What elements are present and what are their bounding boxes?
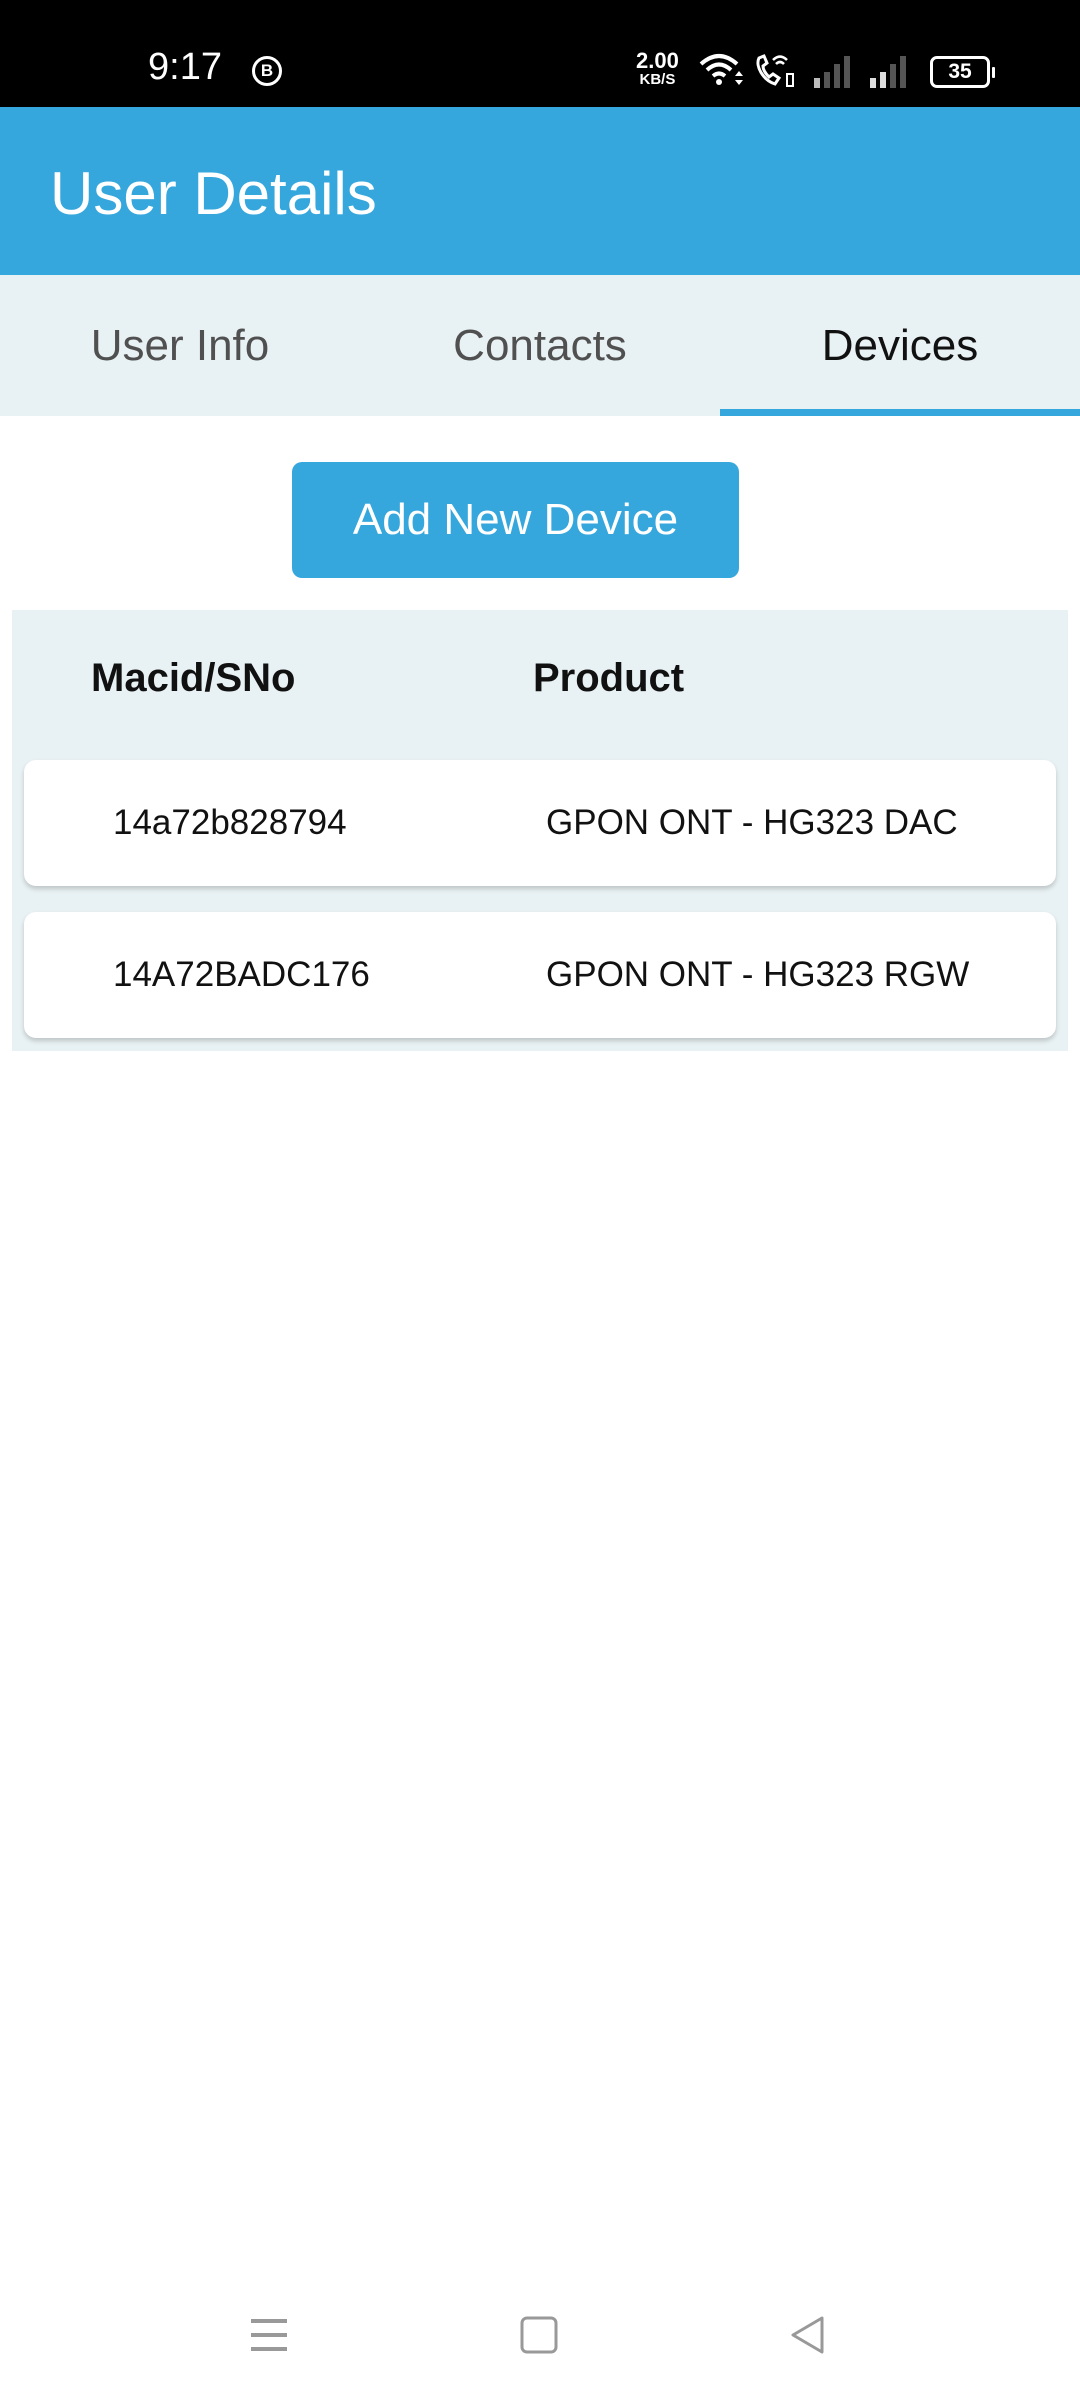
signal-icon <box>814 56 850 88</box>
tab-bar: User Info Contacts Devices <box>0 275 1080 416</box>
battery-level: 35 <box>948 60 972 83</box>
tab-user-info[interactable]: User Info <box>0 275 360 416</box>
tab-contacts[interactable]: Contacts <box>360 275 720 416</box>
recents-button[interactable] <box>229 2300 309 2370</box>
tab-label: Devices <box>821 320 979 370</box>
back-button[interactable] <box>768 2300 848 2370</box>
cell-product: GPON ONT - HG323 RGW <box>546 955 970 994</box>
wifi-icon <box>699 54 743 85</box>
back-icon <box>791 2316 824 2354</box>
network-speed-value: 2.00 <box>636 48 679 73</box>
wifi-call-icon <box>756 54 794 87</box>
table-row[interactable]: 14a72b828794 GPON ONT - HG323 DAC <box>24 760 1056 886</box>
battery-icon: 35 <box>930 56 995 88</box>
add-new-device-button[interactable]: Add New Device <box>292 462 739 578</box>
column-header-macid: Macid/SNo <box>91 656 296 700</box>
status-time: 9:17 <box>148 46 222 88</box>
cell-product: GPON ONT - HG323 DAC <box>546 803 958 842</box>
page-title: User Details <box>50 160 377 227</box>
cell-macid: 14A72BADC176 <box>113 955 370 994</box>
active-tab-indicator <box>720 409 1080 416</box>
table-row[interactable]: 14A72BADC176 GPON ONT - HG323 RGW <box>24 912 1056 1038</box>
network-speed-unit: KB/S <box>639 71 676 88</box>
column-header-product: Product <box>533 656 685 700</box>
tab-label: User Info <box>90 320 270 370</box>
status-bar: 9:17 B 2.00 KB/S 35 <box>0 0 1080 107</box>
tab-devices[interactable]: Devices <box>720 275 1080 416</box>
tab-label: Contacts <box>453 320 627 370</box>
app-header: User Details <box>0 107 1080 275</box>
system-nav-bar <box>0 2260 1080 2400</box>
home-icon <box>520 2316 558 2354</box>
cell-macid: 14a72b828794 <box>113 803 347 842</box>
devices-table: Macid/SNo Product 14a72b828794 GPON ONT … <box>12 610 1068 1051</box>
home-button[interactable] <box>499 2300 579 2370</box>
menu-icon <box>251 2319 287 2351</box>
signal-icon <box>870 56 906 88</box>
network-speed: 2.00 KB/S <box>636 48 679 88</box>
b-chat-icon: B <box>252 56 282 86</box>
